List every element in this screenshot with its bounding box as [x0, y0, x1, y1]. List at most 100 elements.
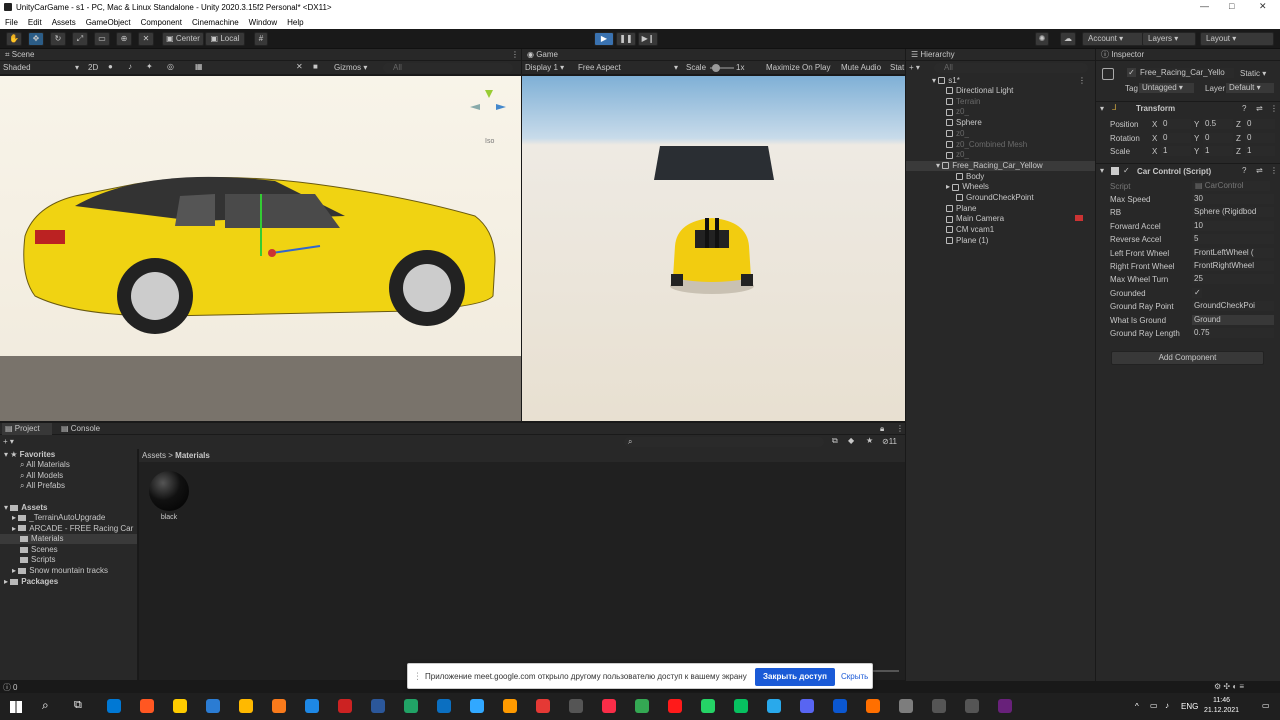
play-button[interactable]: ▶ — [594, 32, 614, 46]
hierarchy-item[interactable]: z0_ — [906, 129, 1095, 139]
collab-icon[interactable]: ✺ — [1035, 32, 1049, 46]
tools-icon[interactable]: ✕ — [296, 62, 303, 71]
scale-tool-icon[interactable]: ⤢ — [72, 32, 88, 46]
taskbar-app-icon[interactable] — [338, 699, 352, 713]
transform-z-field[interactable]: 0 — [1245, 119, 1275, 129]
favorites-header[interactable]: ▾ ★ Favorites — [4, 450, 55, 460]
network-icon[interactable]: ▭ — [1150, 701, 1158, 710]
filter-label-icon[interactable]: ◆ — [848, 436, 854, 445]
hierarchy-item[interactable]: Main Camera — [906, 214, 1095, 224]
taskbar-app-icon[interactable] — [701, 699, 715, 713]
taskbar-app-icon[interactable] — [569, 699, 583, 713]
hierarchy-item[interactable]: ▸ Wheels — [906, 182, 1095, 192]
transform-x-field[interactable]: 0 — [1161, 119, 1191, 129]
taskbar-app-icon[interactable] — [668, 699, 682, 713]
active-checkbox[interactable]: ✓ — [1127, 68, 1136, 77]
help-icon[interactable]: ? — [1242, 166, 1246, 175]
transform-x-field[interactable]: 0 — [1161, 132, 1191, 143]
menu-window[interactable]: Window — [249, 18, 277, 27]
maximize-button[interactable]: □ — [1229, 1, 1234, 11]
transform-y-field[interactable]: 0.5 — [1203, 119, 1233, 129]
rotate-tool-icon[interactable]: ↻ — [50, 32, 66, 46]
status-icons[interactable]: ⚙ ✣ ◐ ≡ — [1214, 682, 1244, 691]
hand-tool-icon[interactable]: ✋ — [6, 32, 22, 46]
hierarchy-item[interactable]: Body — [906, 172, 1095, 182]
favorite-item[interactable]: ⌕ All Models — [20, 471, 63, 481]
effects-toggle-icon[interactable]: ✦ — [146, 62, 153, 71]
taskbar-app-icon[interactable] — [272, 699, 286, 713]
script-field-value[interactable]: 0.75 — [1192, 328, 1274, 338]
layers-dropdown[interactable]: Layers ▾ — [1142, 32, 1196, 46]
taskbar-app-icon[interactable] — [371, 699, 385, 713]
component-menu-icon[interactable]: ⋮ — [1270, 166, 1278, 175]
scene-gizmo-axis-icon[interactable] — [470, 90, 508, 128]
taskbar-app-icon[interactable] — [635, 699, 649, 713]
taskbar-app-icon[interactable] — [734, 699, 748, 713]
layout-dropdown[interactable]: Layout ▾ — [1200, 32, 1274, 46]
tag-dropdown[interactable]: Untagged ▾ — [1139, 83, 1194, 93]
hierarchy-item[interactable]: Directional Light — [906, 86, 1095, 96]
hierarchy-add-button[interactable]: + ▾ — [909, 63, 920, 72]
taskbar-app-icon[interactable] — [800, 699, 814, 713]
script-field-value[interactable]: ✓ — [1192, 287, 1202, 298]
script-field-value[interactable]: GroundCheckPoi — [1192, 301, 1274, 312]
asset-folder[interactable]: Scripts — [0, 555, 137, 565]
hierarchy-item[interactable]: Terrain — [906, 97, 1095, 107]
transform-tool-icon[interactable]: ⊕ — [116, 32, 132, 46]
menu-component[interactable]: Component — [141, 18, 182, 27]
scene-search-input[interactable]: All — [383, 63, 513, 73]
stop-sharing-button[interactable]: Закрыть доступ — [755, 668, 835, 686]
script-field-value[interactable]: 30 — [1192, 194, 1274, 204]
pivot-center-button[interactable]: ▣ Center — [162, 32, 204, 46]
display-dropdown[interactable]: Display 1 ▾ — [525, 63, 564, 72]
move-tool-icon[interactable]: ✥ — [28, 32, 44, 46]
menu-file[interactable]: File — [5, 18, 18, 27]
clock-date[interactable]: 21.12.2021 — [1204, 707, 1239, 714]
tab-hierarchy[interactable]: ☰ Hierarchy — [908, 49, 988, 61]
lighting-toggle-icon[interactable]: ● — [108, 62, 113, 71]
notifications-icon[interactable]: ▭ — [1262, 701, 1270, 710]
transform-x-field[interactable]: 1 — [1161, 146, 1191, 156]
taskbar-app-icon[interactable] — [965, 699, 979, 713]
asset-folder[interactable]: ▸ _TerrainAutoUpgrade — [0, 513, 137, 523]
mute-audio-toggle[interactable]: Mute Audio — [841, 63, 881, 72]
hierarchy-item[interactable]: z0_ — [906, 107, 1095, 117]
transform-header[interactable]: ▾ ⅃ Transform ? ⇌ ⋮ — [1096, 101, 1280, 114]
hierarchy-item[interactable]: z0_Combined Mesh — [906, 140, 1095, 150]
volume-icon[interactable]: ♪ — [1165, 701, 1169, 710]
scene-root-item[interactable]: ▾ s1* ⋮ — [932, 76, 1092, 85]
scene-viewport[interactable]: Iso — [0, 76, 521, 421]
favorite-item[interactable]: ⌕ All Materials — [20, 460, 70, 470]
cloud-icon[interactable]: ☁ — [1060, 32, 1076, 46]
gizmos-dropdown[interactable]: Gizmos ▾ — [334, 63, 367, 72]
asset-folder[interactable]: Scenes — [0, 545, 137, 555]
hierarchy-item[interactable]: GroundCheckPoint — [906, 193, 1095, 203]
component-menu-icon[interactable]: ⋮ — [1270, 104, 1278, 113]
packages-header[interactable]: ▸ Packages — [4, 577, 58, 587]
taskbar-app-icon[interactable] — [239, 699, 253, 713]
close-button[interactable]: ✕ — [1259, 1, 1267, 12]
scene-tab-menu-icon[interactable]: ⋮ — [511, 50, 519, 59]
maximize-on-play-toggle[interactable]: Maximize On Play — [766, 63, 830, 72]
hierarchy-item[interactable]: Plane — [906, 204, 1095, 214]
script-field-value[interactable]: 25 — [1192, 274, 1274, 285]
script-field-value[interactable]: Ground — [1192, 314, 1274, 325]
scale-slider[interactable] — [710, 64, 734, 72]
taskbar-app-icon[interactable] — [866, 699, 880, 713]
stats-toggle[interactable]: Stat — [890, 63, 904, 72]
script-field-value[interactable]: 5 — [1192, 234, 1274, 245]
rect-tool-icon[interactable]: ▭ — [94, 32, 110, 46]
scale-slider-handle[interactable] — [712, 64, 720, 72]
taskbar-app-icon[interactable] — [503, 699, 517, 713]
pivot-local-button[interactable]: ▣ Local — [205, 32, 245, 46]
task-view-icon[interactable]: ⧉ — [74, 699, 82, 712]
asset-folder[interactable]: ▸ Snow mountain tracks — [0, 566, 137, 576]
filter-type-icon[interactable]: ⧉ — [832, 436, 838, 446]
taskbar-app-icon[interactable] — [437, 699, 451, 713]
favorite-star-icon[interactable]: ★ — [866, 436, 873, 445]
menu-gameobject[interactable]: GameObject — [86, 18, 131, 27]
custom-tool-icon[interactable]: ✕ — [138, 32, 154, 46]
taskbar-app-icon[interactable] — [833, 699, 847, 713]
taskbar-app-icon[interactable] — [998, 699, 1012, 713]
transform-y-field[interactable]: 1 — [1203, 146, 1233, 156]
